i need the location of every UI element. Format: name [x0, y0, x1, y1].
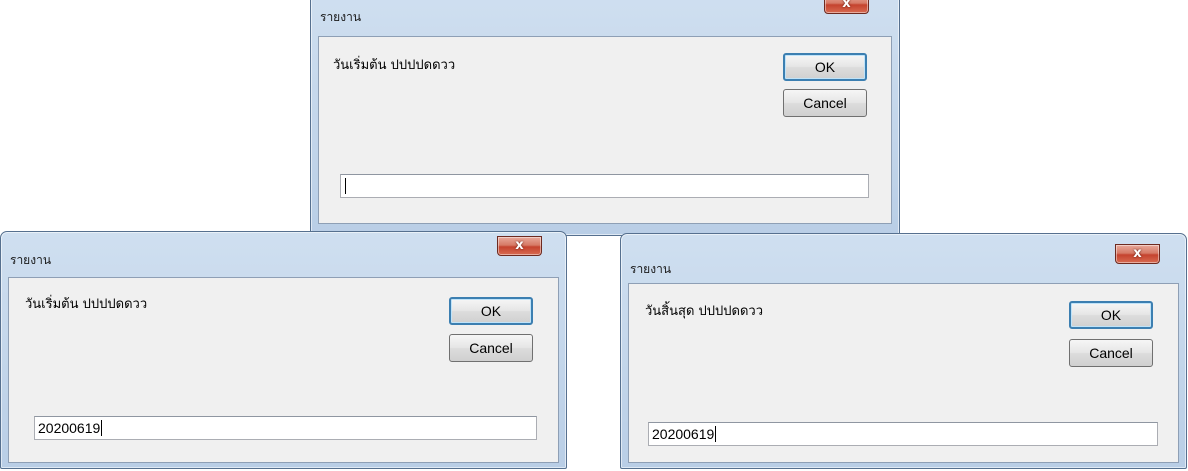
prompt-label: วันเริ่มต้น ปปปปดดวว [25, 297, 148, 312]
ok-button[interactable]: OK [449, 297, 533, 325]
date-input[interactable]: 20200619 [648, 422, 1158, 446]
dialog-title: รายงาน [630, 262, 672, 276]
dialog-title: รายงาน [320, 10, 362, 24]
title-bar[interactable]: รายงาน x [621, 234, 1186, 276]
close-button[interactable]: x [824, 0, 869, 14]
close-button[interactable]: x [497, 236, 542, 256]
text-caret [715, 426, 717, 442]
dialog-client-area: วันสิ้นสุด ปปปปดดวว OK Cancel 20200619 [628, 283, 1179, 463]
ok-button[interactable]: OK [1069, 301, 1153, 329]
cancel-button[interactable]: Cancel [1069, 339, 1153, 367]
close-icon: x [1133, 246, 1142, 261]
date-input[interactable] [340, 174, 869, 198]
dialog-start-date-empty: รายงาน x วันเริ่มต้น ปปปปดดวว OK Cancel [310, 0, 900, 236]
dialog-title: รายงาน [10, 253, 52, 267]
close-button[interactable]: x [1115, 244, 1160, 264]
title-bar[interactable]: รายงาน x [311, 0, 899, 29]
close-icon: x [515, 238, 524, 253]
prompt-label: วันสิ้นสุด ปปปปดดวว [645, 304, 764, 319]
cancel-button[interactable]: Cancel [783, 89, 867, 117]
date-input[interactable]: 20200619 [34, 416, 537, 440]
text-caret [101, 420, 103, 436]
date-input-value: 20200619 [652, 426, 715, 442]
ok-button[interactable]: OK [783, 53, 867, 81]
dialog-end-date: รายงาน x วันสิ้นสุด ปปปปดดวว OK Cancel 2… [620, 233, 1187, 469]
dialog-client-area: วันเริ่มต้น ปปปปดดวว OK Cancel [318, 36, 892, 224]
dialog-start-date: รายงาน x วันเริ่มต้น ปปปปดดวว OK Cancel … [0, 231, 567, 469]
screenshot-stage: รายงาน x วันเริ่มต้น ปปปปดดวว OK Cancel … [0, 0, 1188, 471]
title-bar[interactable]: รายงาน x [1, 232, 566, 267]
dialog-client-area: วันเริ่มต้น ปปปปดดวว OK Cancel 20200619 [8, 277, 559, 463]
cancel-button[interactable]: Cancel [449, 334, 533, 362]
date-input-value: 20200619 [38, 420, 101, 436]
text-caret [345, 178, 346, 194]
prompt-label: วันเริ่มต้น ปปปปดดวว [333, 58, 456, 73]
close-icon: x [842, 0, 851, 11]
